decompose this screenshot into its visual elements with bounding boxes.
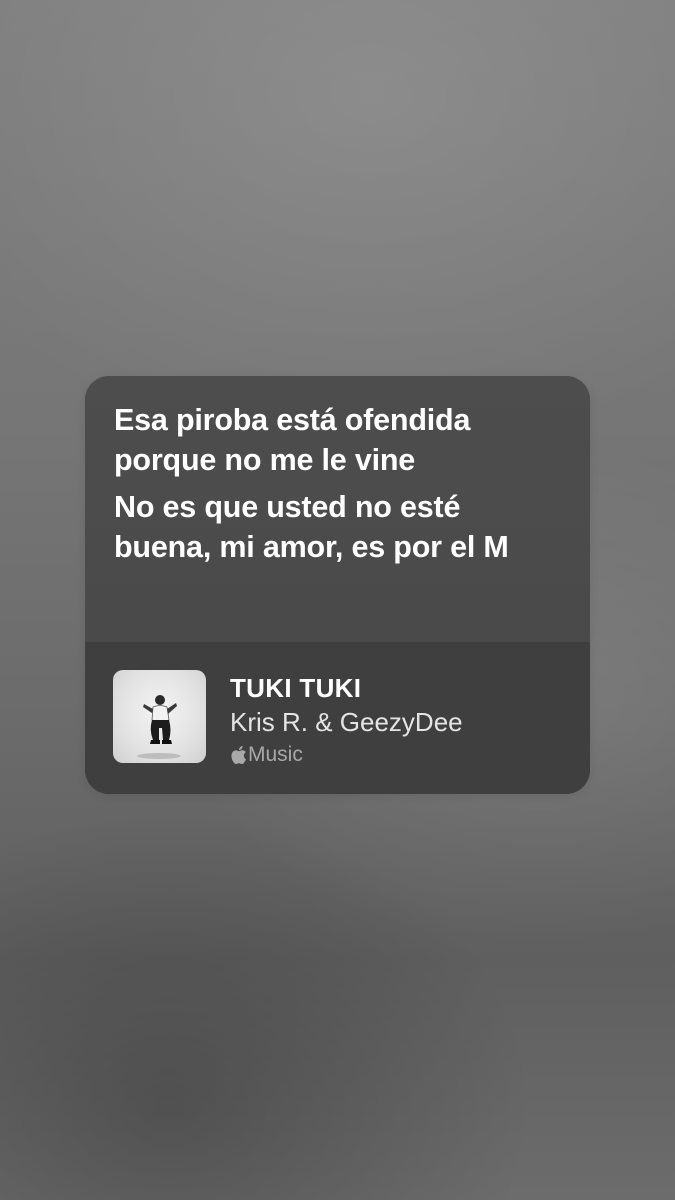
apple-music-logo: Music: [230, 742, 574, 768]
lyric-line: Esa piroba está ofendida porque no me le…: [114, 403, 471, 477]
song-title: TUKI TUKI: [230, 673, 362, 703]
lyrics-section: Esa piroba está ofendida porque no me le…: [85, 376, 590, 642]
lyrics-share-card[interactable]: Esa piroba está ofendida porque no me le…: [85, 376, 590, 794]
album-artwork: [113, 670, 206, 763]
song-info-section[interactable]: TUKI TUKI Kris R. & GeezyDee Music: [85, 642, 590, 794]
service-label: Music: [248, 743, 303, 766]
lyric-line: No es que usted no esté buena, mi amor, …: [114, 490, 509, 564]
apple-icon: [231, 746, 246, 765]
song-meta: TUKI TUKI Kris R. & GeezyDee Music: [230, 672, 574, 768]
song-artist: Kris R. & GeezyDee: [230, 707, 463, 737]
